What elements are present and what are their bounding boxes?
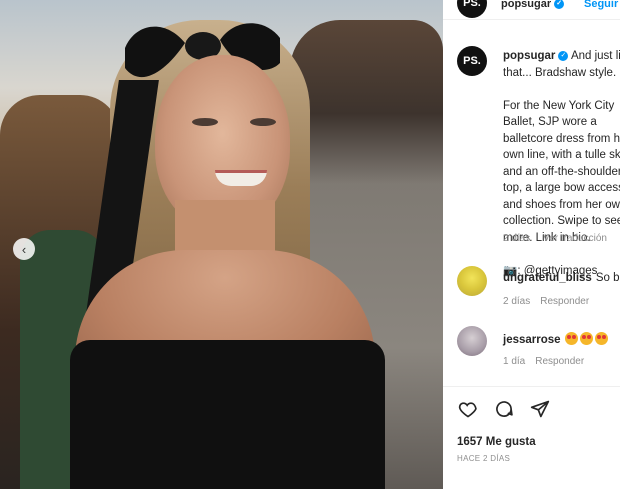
heart-icon[interactable]	[457, 398, 479, 420]
caption-text: popsugar✓ And just like that... Bradshaw…	[503, 48, 620, 279]
heart-eyes-emoji	[594, 332, 608, 345]
heart-eyes-emoji	[564, 332, 578, 345]
translate-link[interactable]: Ver traducción	[543, 233, 607, 244]
share-icon[interactable]	[529, 398, 551, 420]
account-name[interactable]: popsugar ✓	[501, 0, 565, 10]
divider	[443, 386, 620, 387]
heart-eyes-emoji	[579, 332, 593, 345]
post-image[interactable]: ‹	[0, 0, 443, 489]
comment-time[interactable]: 1 día	[503, 356, 525, 367]
verified-icon: ✓	[558, 50, 569, 61]
caption-avatar[interactable]: PS.	[457, 46, 487, 76]
comment-text: So b	[595, 272, 620, 284]
caption-username[interactable]: popsugar	[503, 50, 555, 62]
post-actions	[457, 398, 551, 420]
comment-icon[interactable]	[493, 398, 515, 420]
post-header: PS. popsugar ✓ Seguir	[443, 0, 620, 20]
caption-time[interactable]: 2 días	[503, 233, 530, 244]
comment-username[interactable]: ungrateful_bliss	[503, 272, 592, 284]
reply-button[interactable]: Responder	[535, 356, 584, 367]
likes-count[interactable]: 1657 Me gusta	[457, 436, 536, 448]
post-sidebar: PS. popsugar ✓ Seguir PS. popsugar ✓ And j…	[443, 0, 620, 489]
verified-icon: ✓	[554, 0, 565, 10]
comment-username[interactable]: jessarrose	[503, 334, 561, 346]
comment-avatar[interactable]	[457, 326, 487, 356]
reply-button[interactable]: Responder	[540, 296, 589, 307]
comment-time[interactable]: 2 días	[503, 296, 530, 307]
follow-button[interactable]: Seguir	[584, 0, 618, 10]
left-eye	[192, 118, 218, 126]
right-eye	[250, 118, 276, 126]
chevron-left-icon[interactable]: ‹	[13, 238, 35, 260]
black-dress	[70, 340, 385, 489]
account-avatar[interactable]: PS.	[457, 0, 487, 18]
subject-smile	[215, 170, 267, 186]
caption-meta: 2 días Ver traducción	[503, 233, 617, 244]
post-time: HACE 2 DÍAS	[457, 454, 511, 463]
comment-avatar[interactable]	[457, 266, 487, 296]
